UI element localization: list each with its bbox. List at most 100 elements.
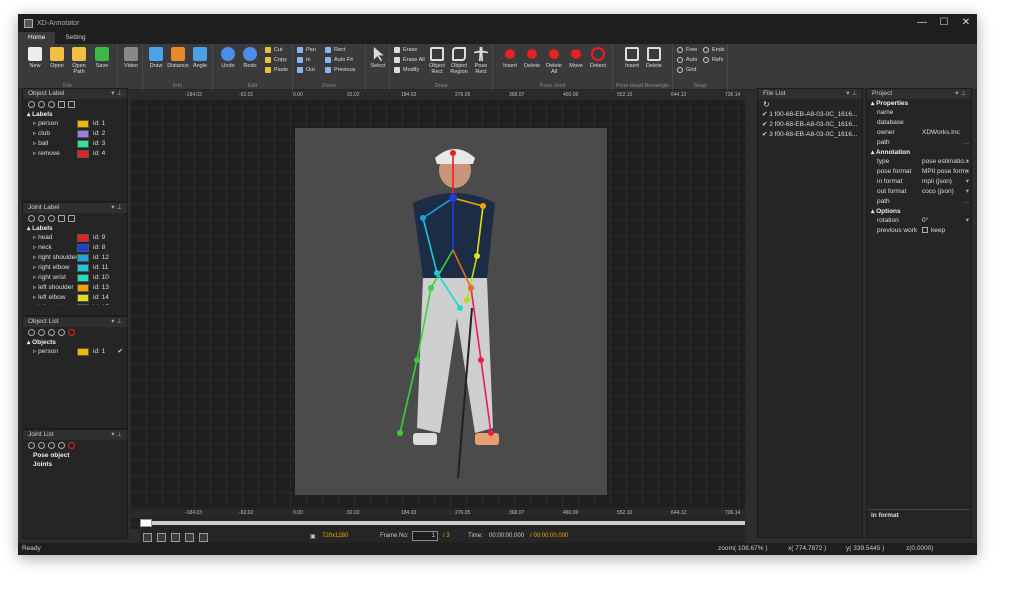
last-frame-button[interactable]	[199, 533, 208, 542]
clear-icon[interactable]	[48, 329, 55, 336]
chevron-down-icon[interactable]: ▾	[966, 177, 969, 187]
annotation-section[interactable]: ▴ Annotation	[867, 148, 971, 157]
object-rect-button[interactable]: Object Rect	[426, 47, 448, 75]
joint-label-row[interactable]: ▹ left shoulder id: 13	[23, 283, 127, 293]
open-button[interactable]: Open	[46, 47, 68, 69]
color-swatch[interactable]	[77, 244, 89, 252]
prop-owner-row[interactable]: owner XDWorks.Inc	[867, 128, 971, 138]
frame-number-input[interactable]: 1	[412, 531, 438, 541]
minimize-button[interactable]: —	[911, 14, 933, 32]
edit-icon[interactable]	[28, 442, 35, 449]
object-region-button[interactable]: Object Region	[448, 47, 470, 75]
object-label-row[interactable]: ▹ person id: 1	[23, 119, 127, 129]
file-row[interactable]: ✔ 3 f00-68-EB-A8-03-0C_1616...	[758, 130, 862, 140]
color-swatch[interactable]	[77, 150, 89, 158]
prop-path-row[interactable]: path...	[867, 138, 971, 148]
joints-section[interactable]: Joints	[23, 460, 127, 469]
color-swatch[interactable]	[77, 348, 89, 356]
draw-button[interactable]: Draw	[145, 47, 167, 69]
color-swatch[interactable]	[77, 274, 89, 282]
select-button[interactable]: Select	[367, 47, 389, 69]
snap-grid-radio[interactable]: Grid	[677, 66, 696, 75]
frame-slider-thumb[interactable]	[140, 519, 152, 527]
modify-button[interactable]: Modify	[394, 66, 419, 75]
chevron-down-icon[interactable]: ▾	[966, 167, 969, 177]
save-button[interactable]: Save	[91, 47, 113, 69]
pose-format-row[interactable]: pose format MPII pose form... ▾	[867, 167, 971, 177]
erase-all-button[interactable]: Erase All	[394, 56, 425, 65]
snap-refs-radio[interactable]: Refs	[703, 56, 723, 65]
frame-slider[interactable]	[140, 519, 745, 527]
zoom-out-button[interactable]: Out	[297, 66, 315, 75]
color-swatch[interactable]	[77, 120, 89, 128]
remove-icon[interactable]	[38, 329, 45, 336]
clear-icon[interactable]	[48, 215, 55, 222]
object-list-row[interactable]: ▹ person id: 1 ✔	[23, 347, 127, 357]
snap-auto-radio[interactable]: Auto	[677, 56, 697, 65]
chevron-down-icon[interactable]: ▾	[966, 216, 969, 226]
visible-checkbox[interactable]: ✔	[118, 347, 123, 357]
prop-database-row[interactable]: database	[867, 118, 971, 128]
options-section[interactable]: ▴ Options	[867, 207, 971, 216]
eye-icon[interactable]	[58, 329, 65, 336]
next-frame-button[interactable]	[185, 533, 194, 542]
labels-section[interactable]: ▴ Labels	[23, 110, 127, 119]
joint-move-button[interactable]: Move	[565, 47, 587, 69]
clear-icon[interactable]	[48, 101, 55, 108]
tab-setting[interactable]: Setting	[55, 32, 95, 44]
file-row[interactable]: ✔ 1 f00-68-EB-A8-03-0C_1616...	[758, 110, 862, 120]
open-path-button[interactable]: Open Path	[68, 47, 90, 75]
joint-label-row[interactable]: ▹ left wrist id: 15	[23, 303, 127, 305]
chevron-down-icon[interactable]: ▾	[966, 187, 969, 197]
color-swatch[interactable]	[77, 130, 89, 138]
annotation-path-row[interactable]: path...	[867, 197, 971, 207]
object-label-row[interactable]: ▹ remove id: 4	[23, 149, 127, 159]
in-format-row[interactable]: in format mpii (json) ▾	[867, 177, 971, 187]
snap-ends-radio[interactable]: Ends	[703, 46, 725, 55]
eye-icon[interactable]	[58, 442, 65, 449]
color-swatch[interactable]	[77, 284, 89, 292]
joint-label-row[interactable]: ▹ right elbow id: 11	[23, 263, 127, 273]
folder-icon[interactable]	[58, 101, 65, 108]
labels-section[interactable]: ▴ Labels	[23, 224, 127, 233]
joint-insert-button[interactable]: Insert	[499, 47, 521, 69]
zoom-rect-button[interactable]: Rect	[325, 46, 345, 55]
prev-frame-button[interactable]	[171, 533, 180, 542]
distance-button[interactable]: Distance	[167, 47, 189, 69]
video-button[interactable]: Video	[120, 47, 142, 69]
rotation-row[interactable]: rotation 0° ▾	[867, 216, 971, 226]
copy-button[interactable]: Copy	[265, 56, 287, 65]
joint-detect-button[interactable]: Detect	[587, 47, 609, 69]
color-swatch[interactable]	[77, 294, 89, 302]
remove-icon[interactable]	[38, 215, 45, 222]
redo-button[interactable]: Redo	[239, 47, 261, 69]
erase-button[interactable]: Erase	[394, 46, 417, 55]
type-row[interactable]: type pose estimatio... ▾	[867, 157, 971, 167]
color-swatch[interactable]	[77, 140, 89, 148]
previous-work-row[interactable]: previous work keep	[867, 226, 971, 236]
joint-label-row[interactable]: ▹ left elbow id: 14	[23, 293, 127, 303]
save-icon[interactable]	[68, 215, 75, 222]
undo-button[interactable]: Undo	[217, 47, 239, 69]
panel-controls[interactable]: ▾ ⊥	[111, 203, 122, 213]
pan-button[interactable]: Pan	[297, 46, 316, 55]
folder-icon[interactable]	[58, 215, 65, 222]
chevron-down-icon[interactable]: ▾	[966, 157, 969, 167]
color-swatch[interactable]	[77, 304, 89, 305]
pose-rect-button[interactable]: Pose Rect	[470, 47, 492, 75]
color-swatch[interactable]	[77, 254, 89, 262]
panel-controls[interactable]: ▾ ⊥	[846, 89, 857, 99]
paste-button[interactable]: Paste	[265, 66, 288, 75]
objects-section[interactable]: ▴ Objects	[23, 338, 127, 347]
object-label-row[interactable]: ▹ ball id: 3	[23, 139, 127, 149]
auto-fit-button[interactable]: Auto Fit	[325, 56, 353, 65]
remove-icon[interactable]	[38, 442, 45, 449]
keep-checkbox[interactable]	[922, 227, 928, 234]
panel-controls[interactable]: ▾ ⊥	[111, 430, 122, 440]
panel-controls[interactable]: ▾ ⊥	[111, 317, 122, 327]
maximize-button[interactable]: ☐	[933, 14, 955, 32]
edit-icon[interactable]	[28, 329, 35, 336]
joint-delete-all-button[interactable]: Delete All	[543, 47, 565, 75]
lock-icon[interactable]	[68, 329, 75, 336]
close-button[interactable]: ✕	[955, 14, 977, 32]
